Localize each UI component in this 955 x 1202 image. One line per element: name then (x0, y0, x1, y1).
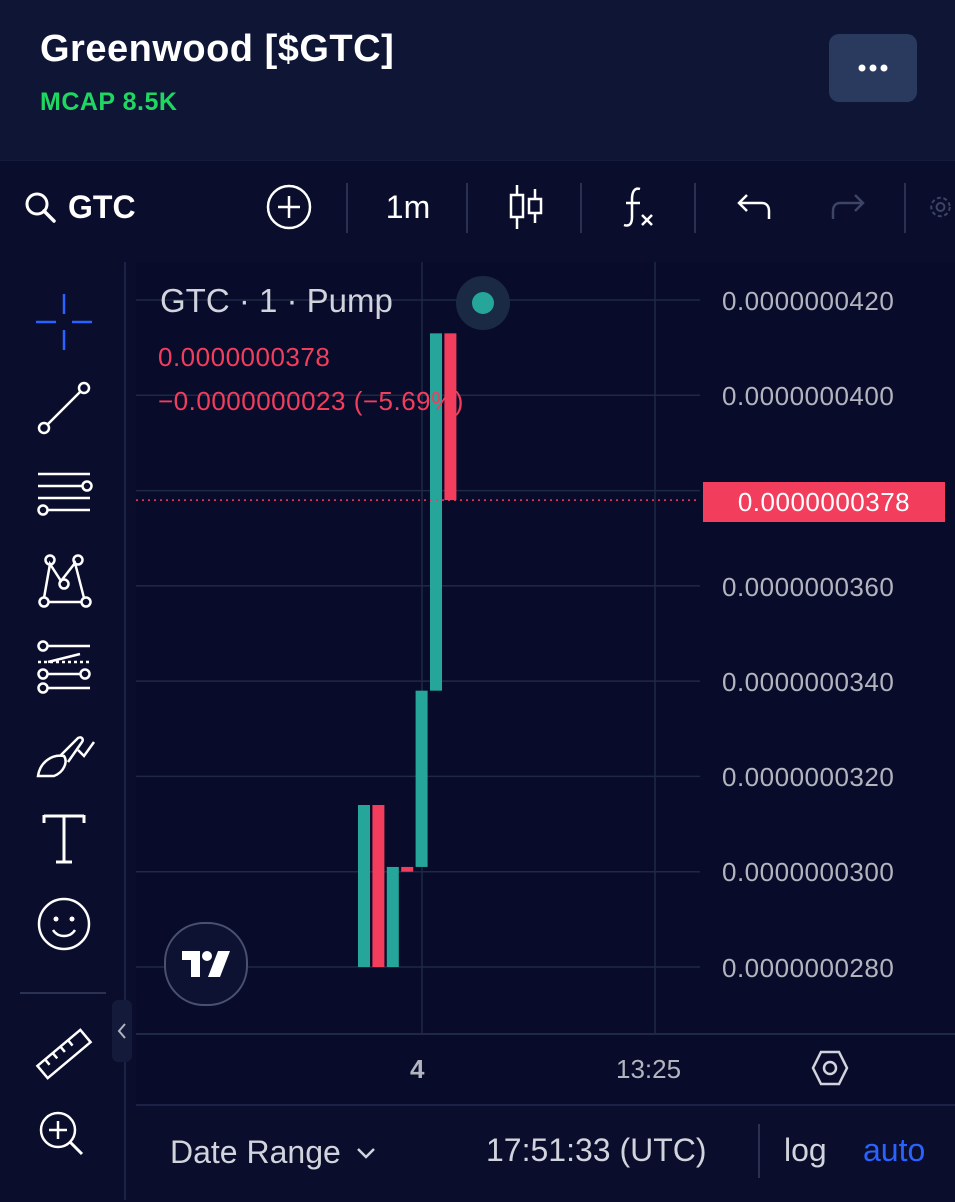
utc-clock[interactable]: 17:51:33 (UTC) (486, 1132, 707, 1169)
market-status-indicator[interactable] (456, 276, 510, 330)
chart-grid (136, 262, 955, 1035)
candle (386, 866, 399, 967)
legend-change: −0.0000000023 (−5.69%) (158, 386, 464, 416)
tradingview-logo-icon (182, 951, 230, 977)
bottom-divider (758, 1124, 760, 1178)
y-axis-label: 0.0000000280 (722, 953, 895, 983)
y-axis-label: 0.0000000300 (722, 857, 895, 887)
log-scale-toggle[interactable]: log (784, 1132, 827, 1169)
status-dot (472, 292, 494, 314)
candle (372, 805, 385, 967)
legend-title: GTC · 1 · Pump (160, 282, 393, 319)
chart-settings-button[interactable] (808, 1046, 852, 1090)
chevron-down-icon (356, 1147, 375, 1159)
current-price-tag: 0.0000000378 (703, 482, 945, 522)
hexagon-settings-icon (811, 1050, 849, 1086)
y-axis-label: 0.0000000420 (722, 286, 895, 316)
y-axis-label: 0.0000000400 (722, 381, 895, 411)
y-axis-label: 0.0000000360 (722, 572, 895, 602)
legend-last-price: 0.0000000378 (158, 342, 331, 372)
candle (415, 690, 428, 867)
x-axis-label: 13:25 (616, 1054, 682, 1084)
y-axis-label: 0.0000000320 (722, 762, 895, 792)
date-range-button[interactable]: Date Range (170, 1134, 377, 1171)
date-range-label: Date Range (170, 1134, 341, 1170)
candle (401, 866, 414, 872)
y-axis-label: 0.0000000340 (722, 667, 895, 697)
candle (358, 805, 370, 967)
tradingview-logo[interactable] (164, 922, 248, 1006)
auto-scale-toggle[interactable]: auto (863, 1132, 925, 1169)
bottom-bar: Date Range 17:51:33 (UTC) log auto (136, 1104, 955, 1202)
x-axis-label: 4 (410, 1054, 425, 1084)
